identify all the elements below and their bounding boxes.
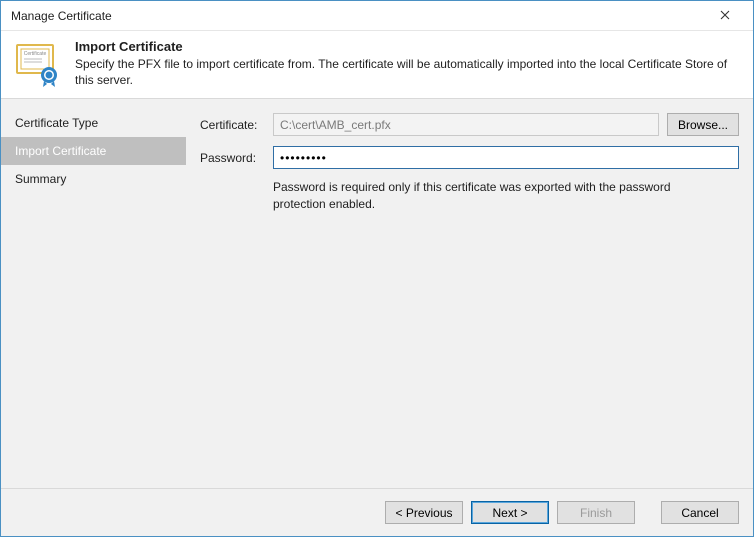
close-button[interactable] [705,2,745,30]
previous-button[interactable]: < Previous [385,501,463,524]
wizard-header: Certificate Import Certificate Specify t… [1,31,753,99]
next-button[interactable]: Next > [471,501,549,524]
certificate-path-input[interactable] [273,113,659,136]
sidebar-item-import-certificate[interactable]: Import Certificate [1,137,186,165]
wizard-content: Certificate: Browse... Password: Passwor… [186,99,753,488]
header-title: Import Certificate [75,39,741,54]
certificate-icon: Certificate [13,39,61,87]
window-title: Manage Certificate [11,9,705,23]
svg-text:Certificate: Certificate [24,51,47,57]
password-input[interactable] [273,146,739,169]
close-icon [720,9,730,23]
wizard-footer: < Previous Next > Finish Cancel [1,488,753,536]
finish-button[interactable]: Finish [557,501,635,524]
sidebar-item-certificate-type[interactable]: Certificate Type [1,109,186,137]
certificate-row: Certificate: Browse... [200,113,739,136]
sidebar-item-summary[interactable]: Summary [1,165,186,193]
header-subtitle: Specify the PFX file to import certifica… [75,56,741,88]
manage-certificate-window: Manage Certificate Certificate Impor [0,0,754,537]
password-label: Password: [200,151,265,165]
wizard-steps-sidebar: Certificate Type Import Certificate Summ… [1,99,186,488]
password-hint: Password is required only if this certif… [273,179,693,211]
titlebar: Manage Certificate [1,1,753,31]
header-text: Import Certificate Specify the PFX file … [75,39,741,88]
wizard-body: Certificate Type Import Certificate Summ… [1,99,753,488]
cancel-button[interactable]: Cancel [661,501,739,524]
browse-button[interactable]: Browse... [667,113,739,136]
certificate-label: Certificate: [200,118,265,132]
password-row: Password: [200,146,739,169]
